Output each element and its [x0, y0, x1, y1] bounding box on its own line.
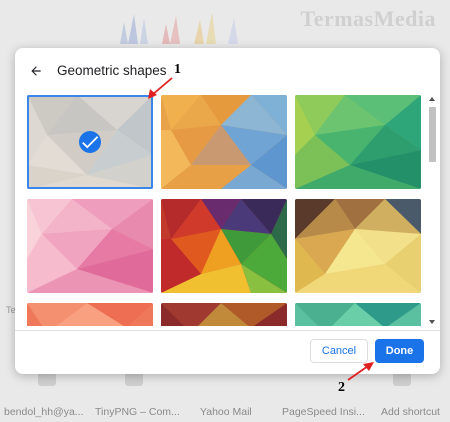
background-logo-hands — [120, 12, 238, 44]
dialog-header: Geometric shapes — [15, 48, 440, 92]
scroll-thumb[interactable] — [429, 107, 436, 162]
shortcut-label[interactable]: Add shortcut — [381, 406, 440, 418]
selected-check-icon — [79, 131, 101, 153]
tile-yellow[interactable] — [295, 199, 421, 293]
tile-teal[interactable] — [295, 303, 421, 326]
tile-rainbow[interactable] — [161, 199, 287, 293]
footer-divider — [15, 330, 440, 331]
back-button[interactable] — [25, 60, 47, 82]
done-button[interactable]: Done — [375, 339, 424, 363]
tile-dark-red[interactable] — [161, 303, 287, 326]
tile-orange-blue[interactable] — [161, 95, 287, 189]
cancel-button[interactable]: Cancel — [310, 339, 368, 363]
shortcut-icon — [393, 372, 411, 386]
tile-coral[interactable] — [27, 303, 153, 326]
scroll-up-icon[interactable] — [429, 97, 435, 101]
shortcut-label[interactable]: TinyPNG – Com... — [95, 406, 180, 418]
annotation-label-2: 2 — [338, 380, 345, 395]
shortcut-label[interactable]: Yahoo Mail — [200, 406, 252, 418]
annotation-label-1: 1 — [174, 62, 181, 77]
shortcut-icon — [125, 372, 143, 386]
tile-pink[interactable] — [27, 199, 153, 293]
dialog-title: Geometric shapes — [57, 63, 167, 78]
shortcut-icon — [38, 372, 56, 386]
tile-beige[interactable] — [27, 95, 153, 189]
background-picker-dialog: Geometric shapes Cancel Done — [15, 48, 440, 374]
wallpaper-grid — [27, 95, 428, 326]
watermark: TermasMedia — [300, 6, 436, 31]
shortcut-label[interactable]: PageSpeed Insi... — [282, 406, 365, 418]
arrow-back-icon — [31, 66, 41, 76]
shortcut-label[interactable]: bendol_hh@ya... — [4, 406, 84, 418]
grid-scrollbar[interactable] — [428, 95, 437, 326]
tile-green[interactable] — [295, 95, 421, 189]
scroll-down-icon[interactable] — [429, 320, 435, 324]
